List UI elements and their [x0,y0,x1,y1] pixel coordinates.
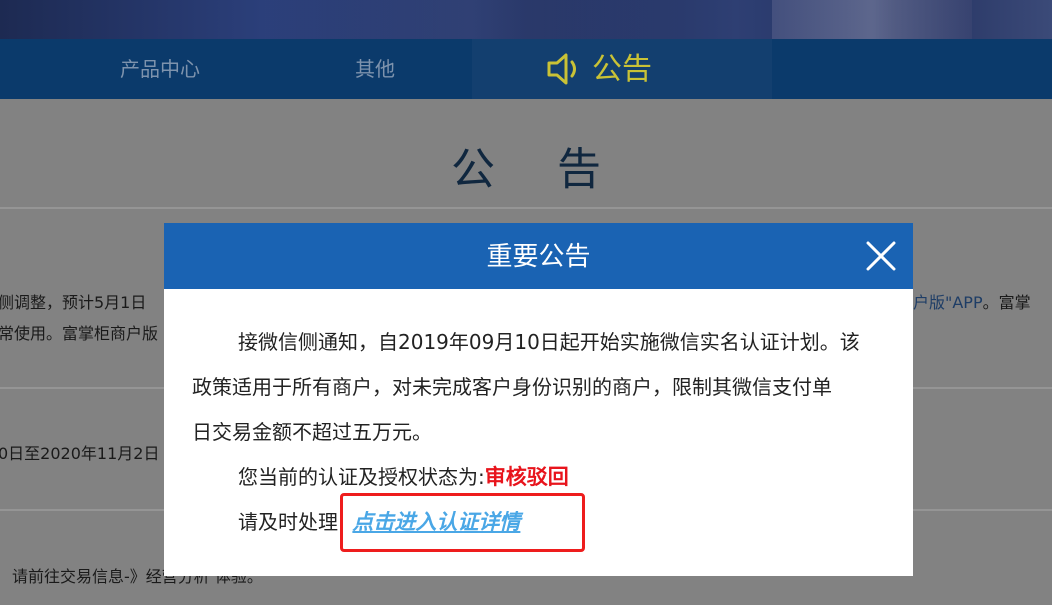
nav-item-other[interactable]: 其他 [355,39,395,99]
divider [0,207,1052,209]
nav-item-announcement-label: 公告 [592,52,652,87]
modal-title: 重要公告 [486,242,591,272]
status-value: 审核驳回 [484,465,569,489]
status-label: 您当前的认证及授权状态为: [238,465,485,489]
speaker-icon [547,53,576,85]
notice-line: 接微信侧通知，自2019年09月10日起开始实施微信实名认证计划。该 [238,330,860,354]
modal-header: 重要公告 [164,223,913,289]
notice-line: 政策适用于所有商户，对未完成客户身份识别的商户，限制其微信支付单 [192,375,832,399]
announcement-text-line: 侧调整，预计5月1日 [0,293,147,312]
top-banner-image [0,0,1052,39]
important-notice-modal: 重要公告 接微信侧通知，自2019年09月10日起开始实施微信实名认证计划。该 … [164,223,913,576]
notice-line: 日交易金额不超过五万元。 [192,420,432,444]
nav-item-products[interactable]: 产品中心 [120,39,200,99]
announcement-text-line: 常使用。富掌柜商户版 [0,324,159,343]
close-icon[interactable] [865,240,897,272]
announcement-text-line-right: 户版"APP。富掌 [913,293,1031,312]
announcement-text-line: 0日至2020年11月2日 [0,444,160,463]
main-nav: 产品中心 其他 公告 [0,39,1052,99]
action-prompt: 请及时处理! [238,510,347,534]
page-title: 公 告 [451,144,625,195]
nav-item-announcement[interactable]: 公告 [472,39,772,99]
app-link[interactable]: 户版"APP [913,293,983,312]
highlight-box [340,493,585,552]
